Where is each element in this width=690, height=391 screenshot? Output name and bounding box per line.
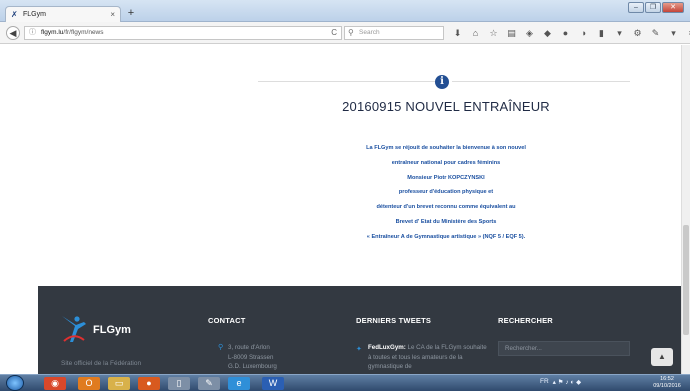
flgym-logo[interactable]: FLGym — [60, 314, 150, 344]
info-icon: i — [435, 75, 449, 89]
navigation-bar: ◀ ⓘ flgym.lu/fr/flgym/news C ⚲ Search ⬇ … — [0, 22, 690, 44]
addon-3-icon[interactable]: ✎ — [650, 27, 661, 39]
home-icon[interactable]: ⌂ — [470, 27, 481, 39]
windows-taskbar: ◉ O ▭ ● ▯ ✎ e W FR ▴ ⚑ ♪ ◐ ◆ 16:52 09/10… — [0, 374, 690, 391]
browser-tab-strip: ✗ FLGym × + – ❐ ✕ — [0, 0, 690, 22]
site-footer: FLGym Site officiel de la Fédération CON… — [38, 286, 681, 374]
address-bar[interactable]: ⓘ flgym.lu/fr/flgym/news C — [24, 26, 342, 40]
taskbar-app-5[interactable]: ▯ — [168, 377, 190, 390]
article-line: détenteur d'un brevet reconnu comme équi… — [376, 204, 516, 211]
article-line: La FLGym se réjouit de souhaiter la bien… — [366, 145, 526, 151]
search-bar[interactable]: ⚲ Search — [344, 26, 444, 40]
search-placeholder: Search — [359, 29, 380, 36]
clock-date: 09/10/2016 — [653, 383, 681, 389]
article-title: 20160915 NOUVEL ENTRAÎNEUR — [342, 99, 550, 114]
taskbar-firefox-icon[interactable]: ● — [138, 377, 160, 390]
back-to-top-button[interactable]: ▲ — [651, 348, 673, 366]
extension-icon[interactable]: ◆ — [542, 27, 553, 39]
logo-text: FLGym — [93, 324, 131, 336]
tab-title: FLGym — [23, 11, 46, 18]
address-line: G.D. Luxembourg — [228, 363, 277, 370]
taskbar-outlook-icon[interactable]: O — [78, 377, 100, 390]
article-line: Monsieur Piotr KOPCZYNSKI — [407, 174, 485, 181]
dropdown-icon[interactable]: ▾ — [614, 27, 625, 39]
window-controls: – ❐ ✕ — [628, 2, 684, 13]
taskbar-word-icon[interactable]: W — [262, 377, 284, 390]
footer-search-input[interactable]: Rechercher... — [498, 341, 630, 356]
contact-address: 3, route d'Arlon L-8009 Strassen G.D. Lu… — [228, 343, 277, 372]
bookmark-star-icon[interactable]: ☆ — [488, 27, 499, 39]
divider-left — [258, 81, 436, 82]
page-scrollbar[interactable] — [681, 45, 690, 374]
footer-tagline: Site officiel de la Fédération — [61, 360, 142, 367]
address-line: L-8009 Strassen — [228, 353, 274, 361]
back-button[interactable]: ◀ — [6, 26, 20, 40]
taskbar-clock[interactable]: 16:52 09/10/2016 — [648, 376, 686, 390]
taskbar-ie-icon[interactable]: e — [228, 377, 250, 390]
web-page: i 20160915 NOUVEL ENTRAÎNEUR La FLGym se… — [0, 45, 681, 374]
article-line: professeur d'éducation physique et — [398, 189, 494, 196]
article-body: La FLGym se réjouit de souhaiter la bien… — [296, 141, 596, 245]
tray-language[interactable]: FR — [540, 378, 549, 386]
toolbar-icons: ⬇ ⌂ ☆ ▤ ◈ ◆ ● ◑ ▮ ▾ ⚙ ✎ ▾ ≡ — [452, 27, 690, 39]
tray-icons[interactable]: ▴ ⚑ ♪ ◐ ◆ — [553, 378, 582, 386]
pocket-icon[interactable]: ◈ — [524, 27, 535, 39]
location-pin-icon: ⚲ — [218, 344, 224, 351]
sync-icon[interactable]: ● — [560, 27, 571, 39]
close-window-button[interactable]: ✕ — [662, 2, 684, 13]
tweets-heading: DERNIERS TWEETS — [356, 316, 432, 325]
sidebar-icon[interactable]: ▮ — [596, 27, 607, 39]
minimize-button[interactable]: – — [628, 2, 644, 13]
article-line: entraîneur national pour cadres féminins — [391, 159, 501, 166]
taskbar-explorer-icon[interactable]: ▭ — [108, 377, 130, 390]
twitter-icon: ✦ — [356, 346, 362, 353]
taskbar-app-1[interactable]: ◉ — [44, 377, 66, 390]
contact-heading: CONTACT — [208, 316, 246, 325]
tweet-item[interactable]: FedLuxGym: Le CA de la FLGym souhaite à … — [368, 343, 488, 372]
url-path: /fr/flgym/news — [63, 29, 104, 36]
maximize-button[interactable]: ❐ — [645, 2, 661, 13]
article-section: i 20160915 NOUVEL ENTRAÎNEUR La FLGym se… — [38, 45, 681, 286]
tab-close-icon[interactable]: × — [110, 10, 115, 19]
flgym-favicon-icon: ✗ — [11, 9, 18, 19]
tweet-author[interactable]: FedLuxGym: — [368, 344, 406, 351]
url-host: flgym.lu — [41, 29, 64, 36]
scrollbar-thumb[interactable] — [683, 225, 689, 335]
download-icon[interactable]: ⬇ — [452, 27, 463, 39]
new-tab-button[interactable]: + — [124, 7, 138, 20]
menu-icon[interactable]: ≡ — [686, 27, 690, 39]
start-button[interactable] — [6, 375, 24, 391]
divider-right — [452, 81, 630, 82]
gymnast-logo-icon — [62, 316, 86, 342]
clock-time: 16:52 — [660, 376, 674, 382]
addon-icon[interactable]: ◑ — [578, 27, 589, 39]
site-info-icon[interactable]: ⓘ — [29, 27, 36, 39]
system-tray: FR ▴ ⚑ ♪ ◐ ◆ — [540, 378, 581, 386]
taskbar-app-6[interactable]: ✎ — [198, 377, 220, 390]
address-line: 3, route d'Arlon — [228, 344, 270, 351]
reading-list-icon[interactable]: ▤ — [506, 27, 517, 39]
article-line: Brevet d' Etat du Ministère des Sports — [395, 218, 497, 225]
search-icon: ⚲ — [348, 28, 354, 37]
article-line: « Entraîneur A de Gymnastique artistique… — [366, 233, 526, 240]
reload-icon[interactable]: C — [331, 27, 337, 39]
overflow-icon[interactable]: ▾ — [668, 27, 679, 39]
tab-flgym[interactable]: ✗ FLGym × — [5, 6, 121, 22]
search-heading: RECHERCHER — [498, 316, 553, 325]
addon-2-icon[interactable]: ⚙ — [632, 27, 643, 39]
